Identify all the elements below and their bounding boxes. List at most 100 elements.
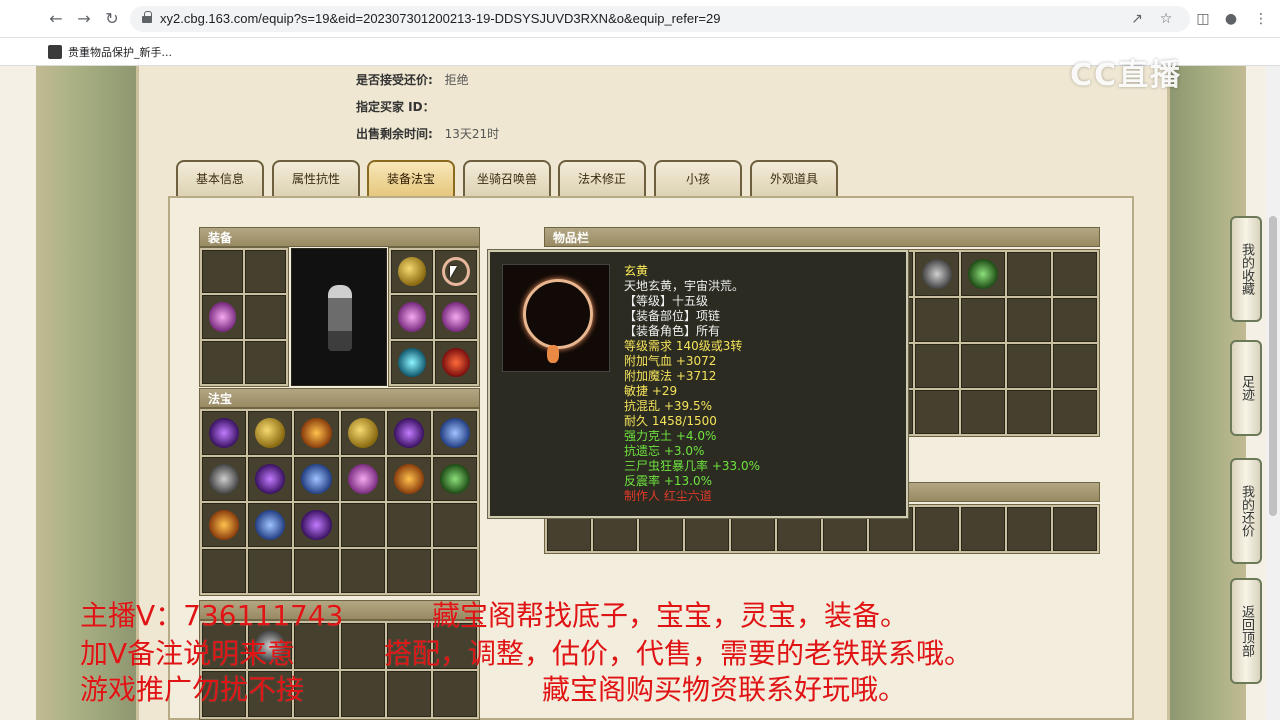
storage-slot[interactable] xyxy=(1007,507,1051,551)
inventory-slot[interactable] xyxy=(915,344,959,388)
fabao-slot-empty[interactable] xyxy=(432,503,477,547)
tab-basic-info[interactable]: 基本信息 xyxy=(176,160,264,196)
equip-slot-empty[interactable] xyxy=(202,340,243,384)
fabao-slot[interactable] xyxy=(294,503,339,547)
slot[interactable] xyxy=(386,671,431,717)
inventory-slot[interactable] xyxy=(1007,344,1051,388)
share-icon[interactable]: ↗ xyxy=(1128,10,1146,28)
item-req: 等级需求 140级或3转 xyxy=(624,339,743,353)
sidebar-icon[interactable]: ◫ xyxy=(1194,10,1212,28)
equip-slot-belt[interactable] xyxy=(435,295,477,339)
buyer-id-label: 指定买家 ID： xyxy=(356,100,435,114)
fabao-slot-empty[interactable] xyxy=(386,549,431,593)
lock-icon[interactable] xyxy=(142,11,152,23)
fabao-slot-empty[interactable] xyxy=(294,549,339,593)
fabao-slot[interactable] xyxy=(340,411,385,455)
back-to-top-button[interactable]: 返回顶部 xyxy=(1230,578,1262,684)
fabao-slot[interactable] xyxy=(340,457,385,501)
remaining-time-label: 出售剩余时间: xyxy=(356,127,433,141)
url-text[interactable]: xy2.cbg.163.com/equip?s=19&eid=202307301… xyxy=(160,11,720,26)
inventory-slot[interactable] xyxy=(1053,252,1097,296)
page-scrollbar[interactable] xyxy=(1266,66,1280,720)
equip-slot-accessory[interactable] xyxy=(435,340,477,384)
inventory-slot-axe[interactable] xyxy=(915,252,959,296)
inventory-slot[interactable] xyxy=(1007,252,1051,296)
inventory-slot[interactable] xyxy=(915,390,959,434)
star-icon[interactable]: ☆ xyxy=(1157,10,1175,28)
menu-icon[interactable]: ⋮ xyxy=(1252,10,1270,28)
storage-slot[interactable] xyxy=(915,507,959,551)
favorites-label: 我的收藏 xyxy=(1239,243,1254,295)
slot[interactable] xyxy=(340,671,385,717)
fabao-slot[interactable] xyxy=(248,503,293,547)
profile-icon[interactable]: ● xyxy=(1222,10,1240,28)
scroll-thumb[interactable] xyxy=(1269,216,1277,516)
inventory-slot[interactable] xyxy=(1053,298,1097,342)
equip-slot-helmet[interactable] xyxy=(391,250,433,294)
inventory-slot[interactable] xyxy=(1053,344,1097,388)
tab-appearance[interactable]: 外观道具 xyxy=(750,160,838,196)
reload-icon[interactable]: ↻ xyxy=(102,9,122,29)
item-tooltip: 玄黄 天地玄黄，宇宙洪荒。 【等级】十五级 【装备部位】项链 【装备角色】所有 … xyxy=(488,250,908,518)
my-offers-button[interactable]: 我的还价 xyxy=(1230,458,1262,564)
fabao-slot-empty[interactable] xyxy=(386,503,431,547)
equip-slot-empty[interactable] xyxy=(245,250,286,294)
equip-slot-empty[interactable] xyxy=(202,250,243,294)
storage-slot[interactable] xyxy=(961,507,1005,551)
back-icon[interactable]: ← xyxy=(46,9,66,29)
fabao-slot[interactable] xyxy=(432,411,477,455)
fabao-slot[interactable] xyxy=(294,411,339,455)
equip-slot-boots[interactable] xyxy=(391,340,433,384)
fabao-slot-empty[interactable] xyxy=(432,549,477,593)
inventory-slot[interactable] xyxy=(915,298,959,342)
equip-slot-weapon[interactable] xyxy=(202,295,243,339)
slot[interactable] xyxy=(340,623,385,669)
equip-slot-armor[interactable] xyxy=(391,295,433,339)
fabao-panel-header: 法宝 xyxy=(199,388,480,408)
item-desc: 天地玄黄，宇宙洪荒。 xyxy=(624,279,745,293)
inventory-slot-wreath[interactable] xyxy=(961,252,1005,296)
fabao-slot[interactable] xyxy=(202,411,247,455)
fabao-slot[interactable] xyxy=(202,503,247,547)
bookmark-item[interactable]: 贵重物品保护_新手... xyxy=(48,44,172,60)
tab-mounts-pets[interactable]: 坐骑召唤兽 xyxy=(463,160,551,196)
tab-attributes[interactable]: 属性抗性 xyxy=(272,160,360,196)
slot[interactable] xyxy=(432,671,477,717)
item-details: 玄黄 天地玄黄，宇宙洪荒。 【等级】十五级 【装备部位】项链 【装备角色】所有 … xyxy=(624,264,760,504)
fabao-slot-empty[interactable] xyxy=(202,549,247,593)
inventory-slot[interactable] xyxy=(1053,390,1097,434)
fabao-slot[interactable] xyxy=(386,457,431,501)
fabao-slot[interactable] xyxy=(248,457,293,501)
fabao-slot[interactable] xyxy=(432,457,477,501)
item-hp: 附加气血 +3072 xyxy=(624,354,717,368)
fabao-slot[interactable] xyxy=(202,457,247,501)
inventory-slot[interactable] xyxy=(961,390,1005,434)
storage-slot[interactable] xyxy=(1053,507,1097,551)
item-counter: 反震率 +13.0% xyxy=(624,474,712,488)
fabao-slot[interactable] xyxy=(386,411,431,455)
my-offers-label: 我的还价 xyxy=(1239,485,1254,537)
fabao-slot-empty[interactable] xyxy=(340,549,385,593)
fabao-slot-empty[interactable] xyxy=(340,503,385,547)
forward-icon[interactable]: → xyxy=(74,9,94,29)
tab-equipment[interactable]: 装备法宝 xyxy=(367,160,455,196)
equip-slot-empty[interactable] xyxy=(245,295,286,339)
item-strong-earth: 强力克土 +4.0% xyxy=(624,429,717,443)
favorites-button[interactable]: 我的收藏 xyxy=(1230,216,1262,322)
history-button[interactable]: 足迹 xyxy=(1230,340,1262,436)
equip-grid-left xyxy=(199,247,289,387)
inventory-slot[interactable] xyxy=(961,344,1005,388)
equip-slot-empty[interactable] xyxy=(245,340,286,384)
buyer-id-row: 指定买家 ID： xyxy=(356,98,443,115)
fabao-slot[interactable] xyxy=(294,457,339,501)
inventory-slot[interactable] xyxy=(1007,390,1051,434)
item-role: 【装备角色】所有 xyxy=(624,324,721,338)
accept-offer-value: 拒绝 xyxy=(444,73,469,87)
fabao-slot[interactable] xyxy=(248,411,293,455)
history-label: 足迹 xyxy=(1239,375,1254,401)
inventory-slot[interactable] xyxy=(961,298,1005,342)
tab-children[interactable]: 小孩 xyxy=(654,160,742,196)
fabao-slot-empty[interactable] xyxy=(248,549,293,593)
tab-spell-mods[interactable]: 法术修正 xyxy=(558,160,646,196)
inventory-slot[interactable] xyxy=(1007,298,1051,342)
